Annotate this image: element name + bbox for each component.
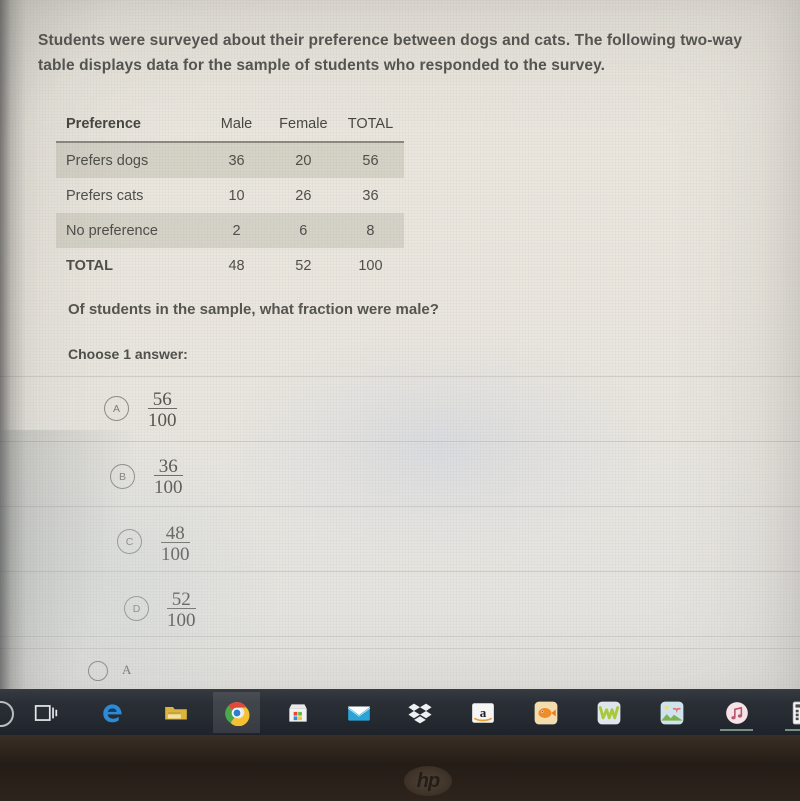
row-label: No preference (66, 222, 158, 239)
dropbox-icon (407, 703, 432, 723)
taskbar-item-wattpad[interactable] (585, 692, 632, 733)
column-header-preference: Preference (56, 106, 204, 143)
fraction-denominator: 100 (167, 608, 196, 631)
fraction-numerator: 56 (152, 389, 172, 410)
khan-academy-exercise: Students were surveyed about their prefe… (0, 0, 800, 681)
taskbar-item-amazon[interactable]: a (459, 692, 506, 733)
taskbar-item-itunes[interactable] (713, 692, 760, 733)
column-header-male: Male (203, 106, 270, 143)
radio-button-icon[interactable] (88, 661, 108, 681)
exercise-prompt: Students were surveyed about their prefe… (38, 32, 743, 74)
answer-choice-b[interactable]: B 36 100 (0, 441, 800, 506)
fraction-denominator: 100 (161, 542, 190, 565)
edge-icon (102, 703, 122, 722)
taskbar-item-goldfish-app[interactable] (522, 692, 569, 733)
table-row-total: TOTAL 48 52 100 (56, 248, 404, 283)
choice-letter-b: B (110, 464, 135, 489)
cell-female: 26 (295, 187, 312, 204)
file-explorer-icon (164, 706, 187, 719)
cell-female: 6 (299, 222, 308, 239)
choice-fraction-d: 52 100 (167, 589, 196, 631)
answer-choice-a[interactable]: A 56 100 (0, 376, 800, 441)
table-row: Prefers dogs 36 20 56 (56, 142, 404, 178)
microsoft-store-icon (288, 703, 307, 722)
column-header-total: TOTAL (336, 106, 404, 143)
partial-option-label: A (122, 662, 132, 677)
partial-answer-option[interactable]: A (0, 648, 800, 689)
cell-total: 56 (362, 152, 379, 169)
taskbar-item-photos-app[interactable] (648, 692, 695, 733)
table-body: Prefers dogs 36 20 56 Prefers cats 10 26… (56, 142, 404, 283)
cell-male: 10 (228, 187, 245, 204)
taskbar-item-task-view[interactable] (22, 692, 69, 733)
hp-logo: hp (404, 766, 452, 796)
wattpad-icon (597, 701, 620, 724)
taskbar-running-indicator (720, 729, 753, 731)
row-label: TOTAL (66, 257, 113, 274)
fraction-numerator: 36 (158, 456, 178, 477)
row-label: Prefers cats (66, 187, 144, 204)
taskbar-item-chrome[interactable] (213, 692, 260, 733)
choice-fraction-a: 56 100 (148, 389, 177, 431)
answer-choice-c[interactable]: C 48 100 (0, 506, 800, 571)
taskbar-item-microsoft-store[interactable] (274, 692, 321, 733)
table-row: No preference 2 6 8 (56, 213, 404, 248)
task-view-icon (34, 704, 57, 721)
cell-female: 52 (295, 257, 312, 274)
itunes-icon (725, 701, 748, 724)
choice-fraction-b: 36 100 (154, 456, 183, 498)
table-header: Preference Male Female TOTAL (56, 106, 404, 143)
cell-total: 8 (366, 222, 375, 239)
taskbar-item-dropbox[interactable] (396, 692, 443, 733)
column-header-female: Female (269, 106, 337, 143)
cell-male: 36 (228, 152, 245, 169)
cell-total: 36 (362, 187, 379, 204)
table-row: Prefers cats 10 26 36 (56, 178, 404, 213)
choice-fraction-c: 48 100 (161, 523, 190, 565)
cell-total: 100 (358, 257, 383, 274)
screen-panel: Students were surveyed about their prefe… (0, 0, 800, 736)
choice-letter-c: C (117, 529, 142, 554)
calculator-icon (792, 701, 800, 724)
fraction-denominator: 100 (154, 475, 183, 498)
taskbar-item-file-explorer[interactable] (152, 692, 199, 733)
choice-letter-a: A (104, 396, 129, 421)
answer-choices-list: A 56 100 B 36 100 C 48 100 D 52 100 (0, 376, 800, 637)
fraction-numerator: 52 (171, 589, 191, 610)
photos-app-icon (660, 701, 683, 724)
laptop-screen-photo: Students were surveyed about their prefe… (0, 0, 800, 801)
question-text: Of students in the sample, what fraction… (68, 301, 439, 318)
svg-text:a: a (479, 704, 486, 719)
taskbar-item-mail[interactable] (335, 692, 382, 733)
amazon-icon: a (471, 702, 494, 723)
fraction-numerator: 48 (165, 523, 185, 544)
row-label: Prefers dogs (66, 152, 149, 169)
chrome-icon (224, 701, 249, 726)
fraction-denominator: 100 (148, 408, 177, 431)
goldfish-app-icon (534, 701, 557, 724)
cell-male: 2 (232, 222, 241, 239)
mail-icon (347, 706, 370, 721)
taskbar-item-edge[interactable] (89, 692, 136, 733)
answer-choice-d[interactable]: D 52 100 (0, 571, 800, 637)
choice-letter-d: D (124, 596, 149, 621)
cell-male: 48 (228, 257, 245, 274)
windows-taskbar[interactable]: a (0, 689, 800, 736)
laptop-bezel (0, 735, 800, 801)
choose-instruction: Choose 1 answer: (68, 346, 188, 362)
taskbar-running-indicator (785, 729, 800, 731)
table-header-row: Preference Male Female TOTAL (56, 106, 404, 143)
two-way-table: Preference Male Female TOTAL Prefers dog… (56, 106, 404, 283)
taskbar-item-calculator[interactable] (778, 692, 800, 733)
cell-female: 20 (295, 152, 312, 169)
